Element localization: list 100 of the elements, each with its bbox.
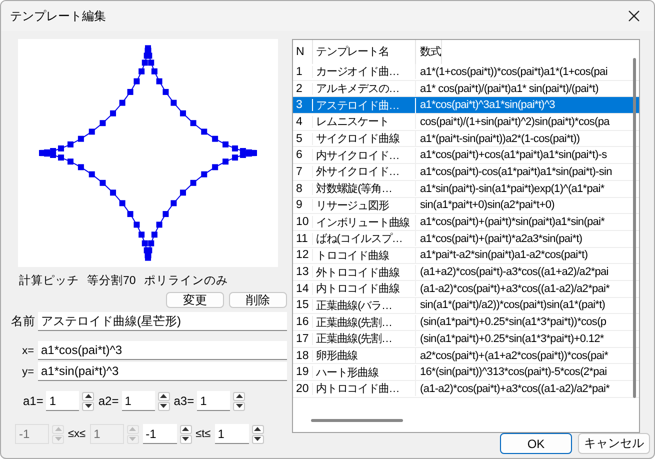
template-name: 外トロコイド曲線	[313, 264, 416, 280]
up-triangle-icon	[84, 394, 92, 398]
row-number: 17	[293, 332, 313, 345]
close-icon	[628, 10, 640, 22]
row-number: 13	[293, 266, 313, 278]
down-triangle-icon	[84, 404, 92, 408]
name-label: 名前	[11, 313, 36, 330]
down-triangle-icon	[129, 437, 136, 441]
param-label: a2=	[98, 394, 119, 408]
spin-down-button[interactable]	[82, 402, 94, 410]
row-number: 10	[293, 216, 313, 228]
formula-text: a2*cos(pai*t)+(a1+a2*cos(pai*t))*cos(pai*	[419, 350, 608, 362]
spin-up-button[interactable]	[180, 424, 192, 434]
template-name: 内サイクロイド…	[313, 148, 416, 163]
down-triangle-icon	[54, 437, 62, 441]
template-name: 正葉曲線(先割…	[313, 331, 416, 346]
row-number: 18	[293, 350, 313, 362]
formula-label: y=	[21, 366, 35, 378]
row-number: 4	[293, 116, 313, 128]
range-field[interactable]: -1	[142, 424, 177, 444]
row-number: 12	[293, 249, 313, 262]
row-number: 19	[293, 366, 313, 378]
down-triangle-icon	[254, 437, 262, 441]
spin-up-button[interactable]	[82, 392, 94, 400]
spin-down-button[interactable]	[180, 434, 192, 444]
spin-up-button[interactable]	[252, 424, 264, 434]
formula-text: (a1-a2)*cos(pai*t)+a3*cos((a1-a2)/a2*pai*	[419, 282, 610, 295]
row-number: 6	[293, 149, 313, 162]
template-name: ハート形曲線	[313, 364, 416, 380]
down-triangle-icon	[182, 437, 190, 441]
template-name: 正葉曲線(バラ…	[313, 298, 416, 313]
spin-down-button[interactable]	[233, 402, 246, 410]
spin-up-button[interactable]	[233, 392, 246, 400]
delete-button[interactable]: 削除	[229, 292, 287, 308]
info-label: ポリラインのみ	[144, 274, 228, 288]
window-title: テンプレート編集	[10, 8, 106, 24]
template-name: トロコイド曲線	[313, 248, 416, 263]
formula-text: a1*cos(pai*t)+cos(a1*pai*t)a1*sin(pai*t)-s	[419, 149, 607, 162]
template-name: 内トロコイド曲…	[313, 381, 416, 396]
down-triangle-icon	[160, 404, 168, 408]
vertical-scrollbar[interactable]	[633, 58, 636, 398]
template-name: カージオイド曲…	[313, 64, 416, 80]
down-triangle-icon	[236, 404, 243, 408]
formula-text: sin(a1*(pai*t)/a2))*cos(pai*t)sin(a1*(pai*t)	[419, 299, 606, 312]
row-number: 2	[293, 82, 313, 95]
name-field[interactable]: アステロイド曲線(星芒形)	[38, 312, 287, 331]
template-name: ばね(コイルスプ…	[313, 231, 416, 246]
param-field[interactable]: 1	[46, 391, 80, 411]
template-name: インボリュート曲線	[313, 214, 416, 230]
param-field[interactable]: 1	[122, 391, 155, 411]
formula-text: a1*cos(pai*t)+(pai*t)*a2a3*sin(pai*t)	[419, 232, 582, 245]
horizontal-scrollbar[interactable]	[311, 419, 403, 422]
column-header[interactable]: N	[293, 40, 313, 64]
column-header[interactable]: 数式	[416, 40, 442, 64]
template-name: 対数螺旋(等角…	[313, 181, 416, 196]
row-number: 15	[293, 299, 313, 312]
formula-text: cos(pai*t)/(1+sin(pai*t)^2)sin(pai*t)*cos(pa	[419, 116, 610, 128]
change-button[interactable]: 変更	[166, 292, 224, 308]
template-name: リサージュ図形	[313, 198, 416, 213]
row-number: 1	[293, 66, 313, 78]
spin-down-button[interactable]	[158, 402, 170, 410]
column-header[interactable]: テンプレート名	[313, 40, 416, 64]
row-number: 7	[293, 166, 313, 178]
param-field[interactable]: 1	[197, 391, 230, 411]
up-triangle-icon	[254, 427, 262, 431]
row-number: 11	[293, 232, 313, 245]
cancel-button[interactable]: キャンセル	[578, 433, 650, 454]
formula-text: a1*cos(pai*t)-cos(a1*pai*t)a1*sin(pai*t)-sin	[419, 166, 612, 178]
template-name: アルキメデスの…	[313, 81, 416, 96]
row-number: 16	[293, 316, 313, 328]
ok-button[interactable]: OK	[500, 433, 572, 454]
row-number: 9	[293, 199, 313, 212]
formula-text: a1*cos(pai*t)^3a1*sin(pai*t)^3	[419, 99, 555, 112]
spin-down-button[interactable]	[252, 434, 264, 444]
template-name: サイクロイド曲線	[313, 131, 416, 146]
range-label: ≤x≤	[68, 428, 86, 440]
range-field[interactable]: 1	[214, 424, 249, 444]
formula-text: a1*(pai*t-sin(pai*t))a2*(1-cos(pai*t))	[419, 132, 580, 145]
formula-text: (sin(a1*pai*t)+0.25*sin(a1*3*pai*t)+0.12*	[419, 332, 604, 345]
info-label: 計算ピッチ	[19, 273, 79, 288]
formula-text: 16*(sin(pai*t))^313*cos(pai*t)-5*cos(2*pai	[419, 366, 607, 378]
spin-up-button[interactable]	[158, 392, 170, 400]
up-triangle-icon	[54, 427, 62, 431]
template-name: 卵形曲線	[313, 348, 416, 364]
formula-text: (a1+a2)*cos(pai*t)-a3*cos((a1+a2)/a2*pai	[419, 266, 608, 278]
formula-text: a1* cos(pai*t)/(pai*t)a1* sin(pai*t)/(pai*t)	[419, 82, 598, 95]
formula-text: (a1-a2)*cos(pai*t)+a3*cos((a1-a2)/a2*pai*	[419, 382, 610, 395]
template-name: アステロイド曲…	[313, 98, 416, 113]
template-row[interactable]: 3 アステロイド曲… a1*cos(pai*t)^3a1*sin(pai*t)^3	[293, 97, 639, 114]
up-triangle-icon	[129, 427, 136, 431]
formula-field[interactable]: a1*cos(pai*t)^3	[38, 341, 287, 360]
row-number: 5	[293, 132, 313, 145]
row-number: 20	[293, 382, 313, 395]
param-label: a3=	[174, 394, 194, 408]
up-triangle-icon	[182, 427, 190, 431]
formula-text: (sin(a1*pai*t)+0.25*sin(a1*3*pai*t))*cos(p	[419, 316, 606, 328]
template-name: 内トロコイド曲線	[313, 281, 416, 296]
up-triangle-icon	[236, 394, 243, 398]
formula-text: a1*pai*t-a2*sin(pai*t)a1-a2*cos(pai*t)	[419, 249, 588, 262]
formula-field[interactable]: a1*sin(pai*t)^3	[38, 362, 287, 381]
